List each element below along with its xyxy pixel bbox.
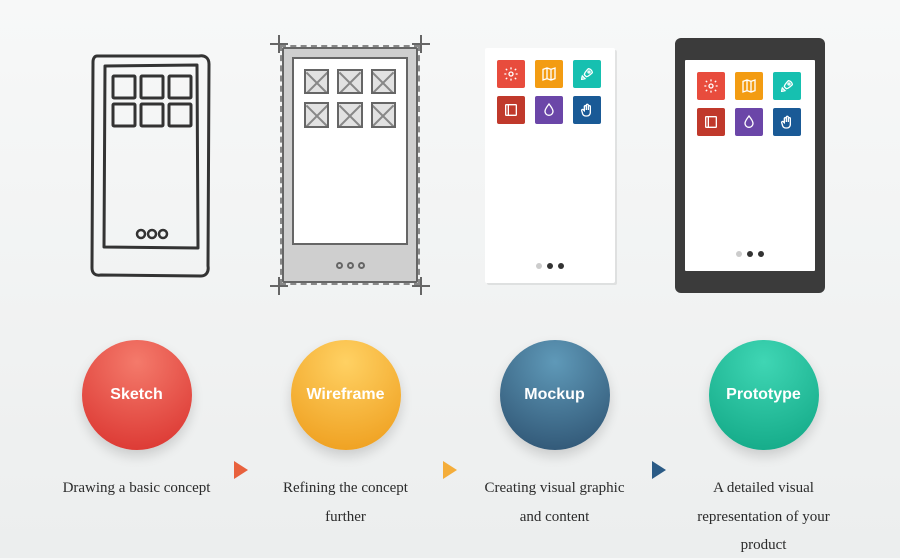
page-dots [485,263,615,269]
drop-icon [535,96,563,124]
wireframe-cell [371,102,396,127]
wireframe-cell [337,69,362,94]
wireframe-cell [337,102,362,127]
stage-sketch: Sketch Drawing a basic concept [59,340,214,503]
stage-mockup: Mockup Creating visual graphic and conte… [477,340,632,531]
stage-wireframe: Wireframe Refining the concept further [268,340,423,531]
hand-icon [773,108,801,136]
sketch-phone [50,35,250,295]
wireframe-cell [371,69,396,94]
wireframe-cell [304,102,329,127]
book-icon [497,96,525,124]
stage-label: Prototype [726,386,801,404]
map-icon [735,72,763,100]
prototype-phone [650,35,850,295]
rocket-icon [773,72,801,100]
gear-icon [697,72,725,100]
stage-prototype: Prototype A detailed visual representati… [686,340,841,560]
hand-icon [573,96,601,124]
stage-desc: A detailed visual representation of your… [686,474,841,560]
gear-icon [497,60,525,88]
stage-desc: Creating visual graphic and content [477,474,632,531]
phones-row [0,0,900,300]
map-icon [535,60,563,88]
wireframe-cell [304,69,329,94]
book-icon [697,108,725,136]
arrow-icon [650,459,668,486]
stage-circle: Wireframe [291,340,401,450]
wireframe-phone [250,35,450,295]
arrow-icon [232,459,250,486]
stage-label: Wireframe [306,386,384,404]
page-dots [685,251,815,257]
mockup-phone [450,35,650,295]
stage-label: Mockup [524,386,584,404]
page-dots [284,262,416,269]
arrow-icon [441,459,459,486]
stage-circle: Mockup [500,340,610,450]
rocket-icon [573,60,601,88]
stage-label: Sketch [110,386,162,404]
stage-desc: Refining the concept further [268,474,423,531]
drop-icon [735,108,763,136]
stage-circle: Sketch [82,340,192,450]
stages-row: Sketch Drawing a basic concept Wireframe… [0,300,900,560]
stage-circle: Prototype [709,340,819,450]
stage-desc: Drawing a basic concept [63,474,211,503]
